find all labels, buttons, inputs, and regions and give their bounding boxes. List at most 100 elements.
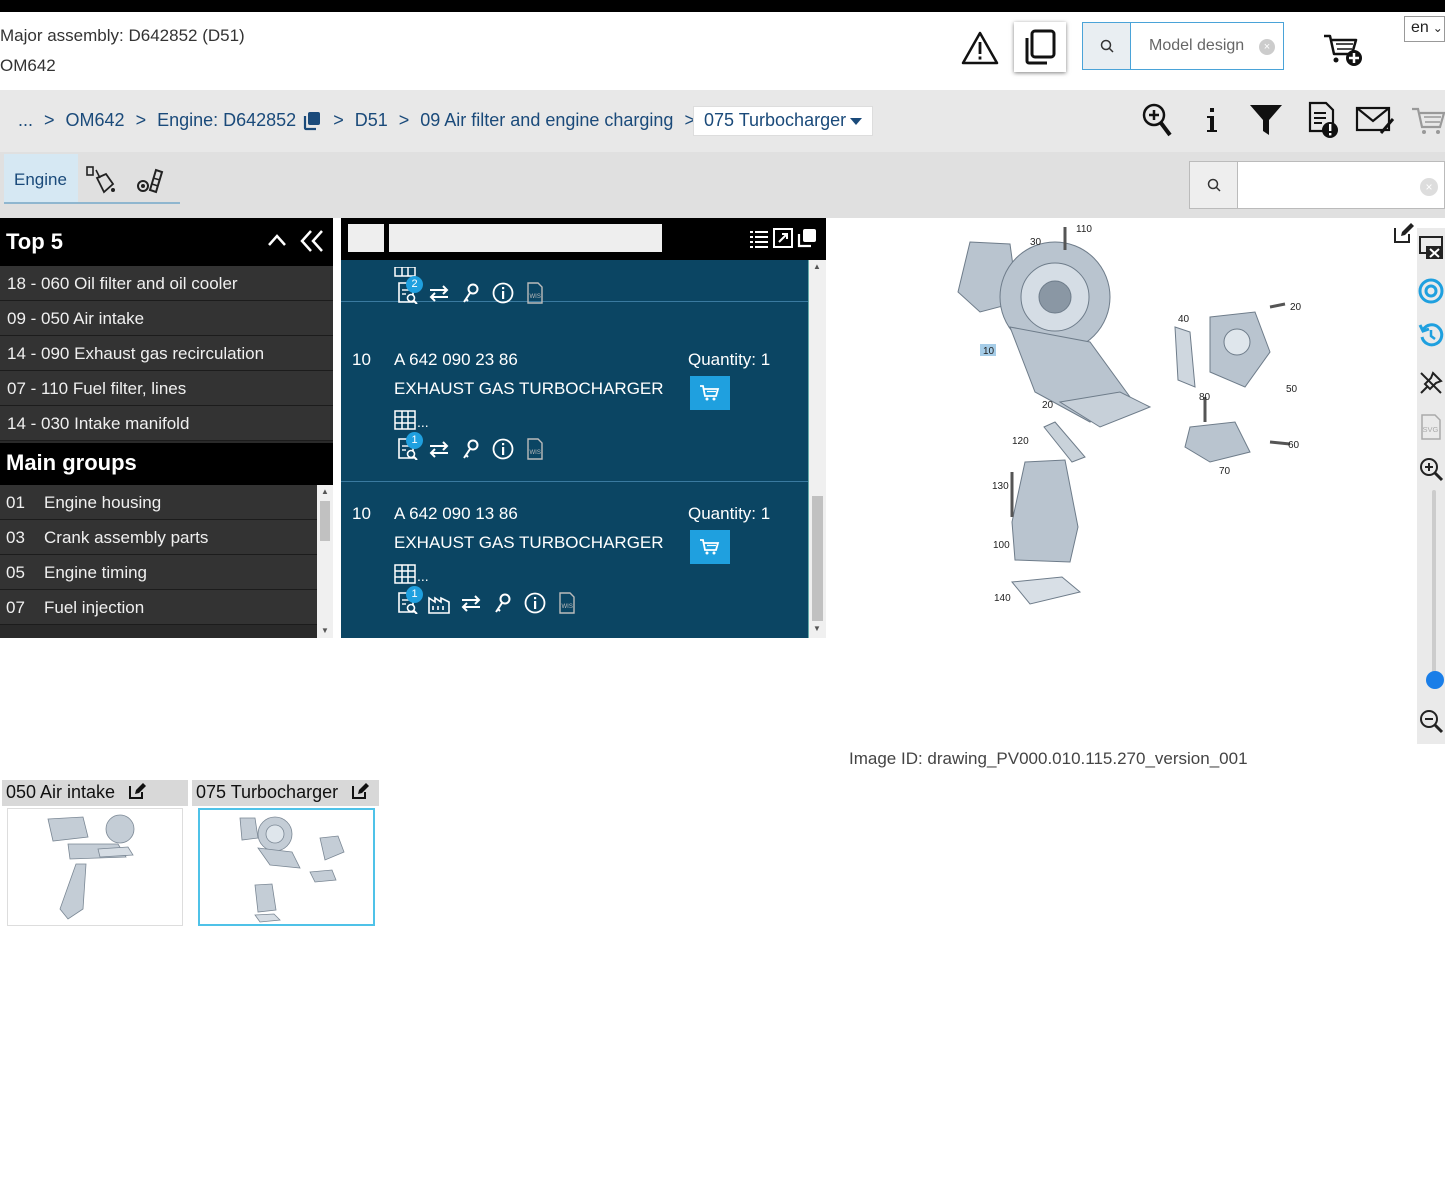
expand-icon[interactable] — [772, 227, 794, 249]
top5-item[interactable]: 09 - 050 Air intake — [0, 301, 333, 336]
top5-item[interactable]: 14 - 030 Intake manifold — [0, 406, 333, 441]
zoom-out-icon[interactable] — [1418, 708, 1444, 734]
part-row[interactable]: 10 A 642 090 23 86 EXHAUST GAS TURBOCHAR… — [341, 328, 808, 482]
factory-icon[interactable] — [428, 592, 450, 614]
zoom-in-icon[interactable] — [1418, 456, 1444, 482]
breadcrumb-d51[interactable]: D51 — [355, 110, 388, 131]
breadcrumb-air-filter[interactable]: 09 Air filter and engine charging — [420, 110, 673, 131]
main-group-item[interactable]: 05 Engine timing — [0, 555, 317, 590]
edit-icon[interactable] — [1393, 222, 1415, 244]
top-bar — [0, 0, 1445, 12]
part-number[interactable]: A 642 090 13 86 — [394, 504, 518, 524]
breadcrumb-om642[interactable]: OM642 — [66, 110, 125, 131]
thumbnail-label[interactable]: 050 Air intake — [2, 780, 188, 806]
main-group-label: Engine timing — [44, 563, 148, 582]
table-icon[interactable]: ... — [394, 564, 429, 584]
part-row[interactable]: 10 A 642 090 13 86 EXHAUST GAS TURBOCHAR… — [341, 482, 808, 638]
top5-item[interactable]: 07 - 110 Fuel filter, lines — [0, 371, 333, 406]
filter-icon[interactable] — [1246, 100, 1286, 140]
search-icon[interactable] — [1083, 23, 1131, 69]
info-circle-icon[interactable] — [492, 282, 514, 304]
wis-document-icon[interactable]: WIS — [524, 438, 546, 460]
main-group-item[interactable]: 01 Engine housing — [0, 485, 317, 520]
wis-document-icon[interactable]: WIS — [524, 282, 546, 304]
main-group-item[interactable]: 07 Fuel injection — [0, 590, 317, 625]
tab-engine[interactable]: Engine — [4, 154, 78, 204]
model-search[interactable]: Model design × — [1082, 22, 1284, 70]
language-select[interactable]: en ⌄ — [1404, 16, 1445, 42]
clear-icon[interactable]: × — [1420, 178, 1438, 196]
chevron-up-icon[interactable] — [266, 230, 288, 256]
parts-search[interactable]: × — [1189, 161, 1445, 209]
info-icon[interactable] — [1192, 100, 1232, 140]
key-icon[interactable] — [492, 592, 514, 614]
paint-bucket-icon[interactable] — [84, 164, 118, 196]
top5-item[interactable]: 18 - 060 Oil filter and oil cooler — [0, 266, 333, 301]
scroll-up-icon[interactable]: ▲ — [321, 487, 329, 496]
list-view-icon[interactable] — [748, 227, 770, 249]
subgroup-dropdown[interactable]: 075 Turbocharger — [693, 106, 873, 136]
main-group-item[interactable]: 03 Crank assembly parts — [0, 520, 317, 555]
breadcrumb-engine[interactable]: Engine: D642852 — [157, 110, 296, 131]
scrollbar-thumb[interactable] — [812, 496, 823, 621]
wis-document-icon[interactable]: WIS — [556, 592, 578, 614]
zoom-slider-handle[interactable] — [1426, 671, 1444, 689]
part-position: 10 — [352, 350, 371, 369]
cart-add-icon[interactable] — [1322, 30, 1364, 68]
clear-icon[interactable]: × — [1259, 39, 1275, 55]
scrollbar-thumb[interactable] — [320, 501, 330, 541]
pin-off-icon[interactable] — [1418, 370, 1444, 396]
parts-search-input[interactable] — [1238, 162, 1444, 208]
part-name: EXHAUST GAS TURBOCHARGER — [394, 379, 664, 398]
scroll-up-icon[interactable]: ▲ — [813, 262, 821, 271]
popout-icon[interactable] — [796, 227, 818, 249]
document-search-icon[interactable]: 1 — [396, 432, 423, 461]
table-icon[interactable]: ... — [394, 410, 429, 430]
close-panel-icon[interactable] — [1418, 234, 1444, 260]
swap-icon[interactable] — [428, 282, 450, 304]
exploded-drawing[interactable] — [940, 222, 1330, 612]
search-icon[interactable] — [1190, 162, 1238, 208]
copy-button[interactable] — [1014, 22, 1066, 72]
parts-list: 2 WIS 10 A 642 090 23 86 EXHAUST GAS TUR… — [341, 260, 809, 638]
edit-icon[interactable] — [128, 782, 148, 800]
scroll-down-icon[interactable]: ▼ — [813, 624, 821, 633]
mail-edit-icon[interactable] — [1355, 100, 1395, 140]
thumbnail-air-intake[interactable] — [7, 808, 183, 926]
zoom-in-icon[interactable] — [1137, 100, 1177, 140]
breadcrumb: ... > OM642 > Engine: D642852 > D51 > 09… — [18, 110, 706, 131]
part-number[interactable]: A 642 090 23 86 — [394, 350, 518, 370]
zoom-slider-track[interactable] — [1432, 490, 1436, 680]
key-icon[interactable] — [460, 282, 482, 304]
document-alert-icon[interactable] — [1303, 100, 1343, 140]
thumbnail-turbocharger[interactable] — [198, 808, 375, 926]
position-filter-input[interactable] — [348, 224, 384, 252]
breadcrumb-ellipsis[interactable]: ... — [18, 110, 33, 131]
info-circle-icon[interactable] — [492, 438, 514, 460]
swap-icon[interactable] — [460, 592, 482, 614]
info-circle-icon[interactable] — [524, 592, 546, 614]
thumbnail-label[interactable]: 075 Turbocharger — [192, 780, 379, 806]
top5-item[interactable]: 14 - 090 Exhaust gas recirculation — [0, 336, 333, 371]
copy-icon — [1025, 29, 1056, 65]
svg-export-icon[interactable]: SVG — [1418, 414, 1444, 440]
parts-list-scrollbar[interactable]: ▲ ▼ — [809, 260, 826, 638]
main-groups-scrollbar[interactable]: ▲ ▼ — [317, 485, 333, 638]
document-search-icon[interactable]: 1 — [396, 586, 423, 615]
key-icon[interactable] — [460, 438, 482, 460]
add-to-cart-button[interactable] — [690, 530, 730, 564]
history-icon[interactable] — [1418, 322, 1444, 348]
collapse-left-icon[interactable] — [298, 228, 326, 260]
part-row[interactable]: 2 WIS — [341, 260, 808, 305]
document-search-icon[interactable]: 2 — [396, 276, 423, 305]
warning-icon[interactable] — [961, 30, 999, 66]
engine-parts-icon[interactable] — [134, 164, 166, 196]
edit-icon[interactable] — [351, 782, 371, 800]
scroll-down-icon[interactable]: ▼ — [321, 626, 329, 635]
add-to-cart-button[interactable] — [690, 376, 730, 410]
copy-icon[interactable] — [302, 111, 322, 131]
target-icon[interactable] — [1418, 278, 1444, 304]
swap-icon[interactable] — [428, 438, 450, 460]
part-filter-input[interactable] — [389, 224, 662, 252]
cart-icon[interactable] — [1408, 100, 1445, 140]
